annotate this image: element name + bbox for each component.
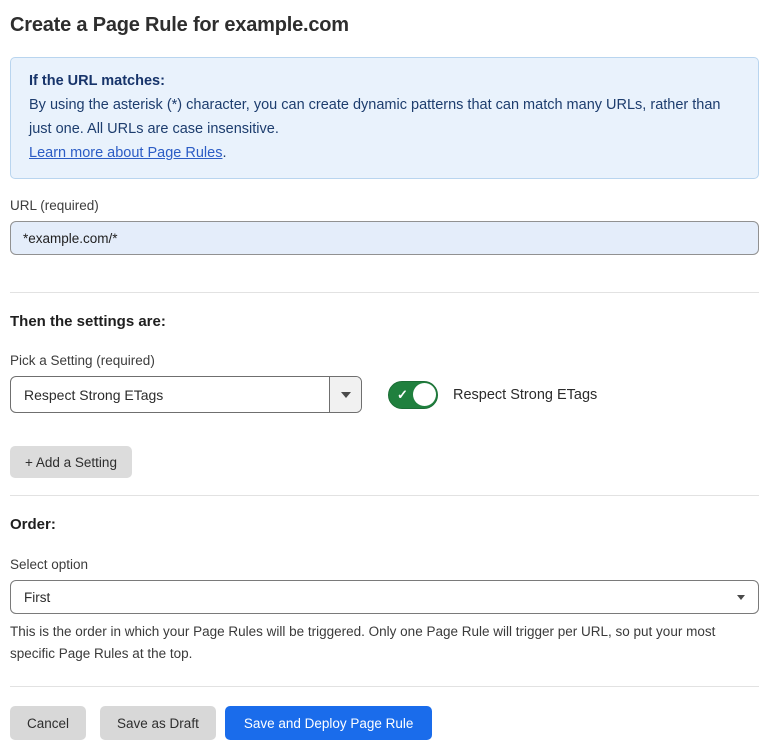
- learn-more-link[interactable]: Learn more about Page Rules: [29, 145, 222, 161]
- info-box-heading: If the URL matches:: [29, 69, 740, 93]
- save-as-draft-button[interactable]: Save as Draft: [100, 706, 216, 740]
- chevron-down-icon: [341, 392, 351, 398]
- save-and-deploy-button[interactable]: Save and Deploy Page Rule: [225, 706, 433, 740]
- cancel-button[interactable]: Cancel: [10, 706, 86, 740]
- url-match-info-box: If the URL matches: By using the asteris…: [10, 57, 759, 179]
- pick-setting-label: Pick a Setting (required): [10, 353, 759, 368]
- info-box-body-text: By using the asterisk (*) character, you…: [29, 97, 721, 137]
- setting-row: Respect Strong ETags ✓ Respect Strong ET…: [10, 376, 759, 413]
- order-select[interactable]: First: [10, 580, 759, 614]
- check-icon: ✓: [397, 388, 408, 401]
- url-field-label: URL (required): [10, 198, 759, 213]
- order-select-label: Select option: [10, 557, 759, 572]
- toggle-label: Respect Strong ETags: [453, 387, 597, 403]
- order-section-heading: Order:: [10, 516, 759, 533]
- url-input[interactable]: [10, 221, 759, 255]
- settings-section-heading: Then the settings are:: [10, 313, 759, 330]
- section-divider: [10, 495, 759, 496]
- setting-select-value: Respect Strong ETags: [11, 377, 329, 412]
- order-select-value: First: [24, 590, 50, 605]
- link-suffix: .: [222, 145, 226, 161]
- respect-strong-etags-toggle[interactable]: ✓: [388, 381, 438, 409]
- footer-divider: [10, 686, 759, 687]
- page-rule-form: Create a Page Rule for example.com If th…: [0, 14, 769, 740]
- chevron-down-icon: [737, 595, 745, 600]
- toggle-knob: [413, 383, 436, 406]
- setting-select[interactable]: Respect Strong ETags: [10, 376, 362, 413]
- page-title: Create a Page Rule for example.com: [10, 14, 759, 37]
- add-setting-button[interactable]: + Add a Setting: [10, 446, 132, 478]
- order-help-text: This is the order in which your Page Rul…: [10, 621, 759, 665]
- setting-select-arrow-button[interactable]: [329, 377, 361, 412]
- info-box-body: By using the asterisk (*) character, you…: [29, 93, 740, 165]
- section-divider: [10, 292, 759, 293]
- form-actions: Cancel Save as Draft Save and Deploy Pag…: [10, 706, 759, 740]
